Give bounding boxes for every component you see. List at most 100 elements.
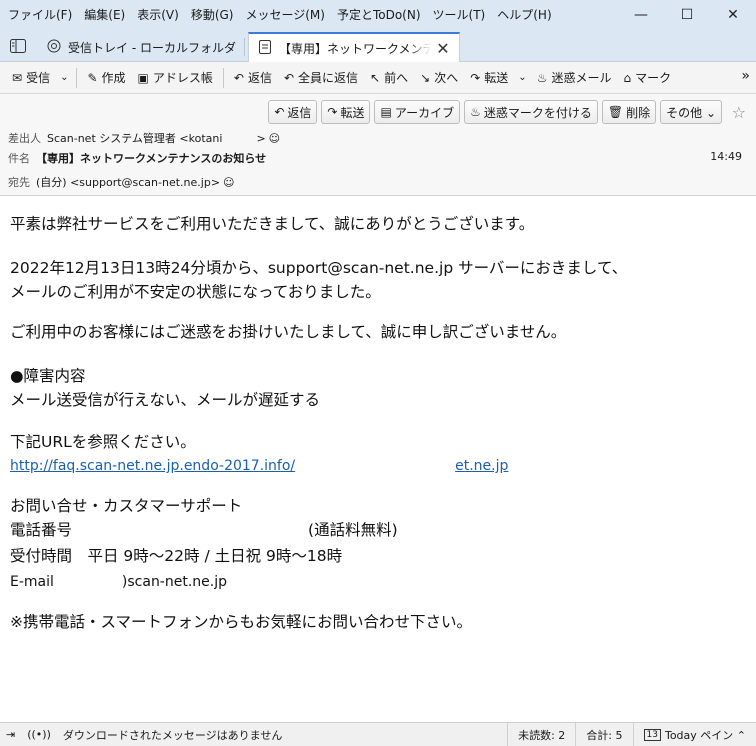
menu-edit[interactable]: 編集(E): [78, 0, 131, 30]
menu-view[interactable]: 表示(V): [131, 0, 185, 30]
forward-button[interactable]: ↷ 転送: [464, 66, 514, 90]
tag-label: マーク: [635, 71, 672, 85]
body-incident-line-2: メールのご利用が不安定の状態になっておりました。: [10, 283, 381, 301]
junk-label: 迷惑メール: [551, 71, 612, 85]
pencil-icon: ✎: [87, 70, 98, 85]
body-support-heading: お問い合せ・カスタマーサポート: [10, 497, 243, 515]
body-issue-detail: メール送受信が行えない、メールが遅延する: [10, 391, 321, 409]
from-value[interactable]: Scan-net システム管理者 <kotani >: [47, 130, 266, 146]
calendar-icon: 13: [643, 729, 661, 741]
forward-dropdown[interactable]: ⌄: [514, 66, 530, 90]
maximize-button[interactable]: ☐: [664, 0, 710, 30]
contact-icon[interactable]: ☺: [223, 176, 234, 189]
toolbar-divider: [76, 67, 78, 88]
junk-button[interactable]: ♨ 迷惑メール: [531, 66, 618, 90]
minimize-button[interactable]: —: [618, 0, 664, 30]
status-text: ダウンロードされたメッセージはありません: [62, 728, 283, 742]
header-delete-button[interactable]: 🗑 削除: [601, 100, 657, 124]
tab-bar: 受信トレイ - ローカルフォルダ 【専用】ネットワークメンテナンスのお知らせ ✕: [0, 30, 756, 62]
flame-icon: ♨: [536, 70, 548, 85]
message-time: 14:49: [710, 150, 742, 163]
message-tab-icon: [257, 39, 273, 57]
header-actions: ↶ 返信 ↷ 転送 ▤ アーカイブ ♨ 迷惑マークを付ける 🗑 削除 その他 ⌄: [268, 100, 722, 124]
today-pane-label: Today ペイン ⌃: [664, 729, 746, 742]
write-label: 作成: [101, 71, 126, 85]
status-counts: 未読数: 2 合計: 5 13 Today ペイン ⌃: [507, 723, 756, 746]
address-book-icon: ▣: [137, 70, 149, 85]
header-reply-label: 返信: [287, 105, 312, 120]
total-count: 合計: 5: [575, 723, 632, 746]
next-button[interactable]: ↘ 次へ: [414, 66, 464, 90]
body-apology: ご利用中のお客様にはご迷惑をお掛けいたしまして、誠に申し訳ございません。: [10, 323, 567, 341]
header-forward-label: 転送: [340, 105, 365, 120]
body-mobile-note: ※携帯電話・スマートフォンからもお気軽にお問い合わせ下さい。: [10, 613, 473, 631]
header-junk-button[interactable]: ♨ 迷惑マークを付ける: [464, 100, 598, 124]
contact-icon[interactable]: ☺: [269, 132, 280, 145]
menu-file[interactable]: ファイル(F): [0, 0, 78, 30]
close-window-button[interactable]: ✕: [710, 0, 756, 30]
reply-all-label: 全員に返信: [298, 71, 359, 85]
folder-pane-toggle-icon[interactable]: [6, 35, 30, 57]
reply-button[interactable]: ↶ 返信: [228, 66, 278, 90]
trash-icon: 🗑: [607, 105, 624, 119]
address-book-button[interactable]: ▣ アドレス帳: [132, 66, 219, 90]
header-archive-button[interactable]: ▤ アーカイブ: [374, 100, 461, 124]
to-value[interactable]: (自分) <support@scan-net.ne.jp>: [36, 174, 220, 190]
get-mail-dropdown[interactable]: ⌄: [56, 66, 72, 90]
menu-message[interactable]: メッセージ(M): [239, 0, 330, 30]
next-label: 次へ: [434, 71, 459, 85]
header-archive-label: アーカイブ: [394, 105, 455, 120]
envelope-icon: ✉: [12, 70, 23, 85]
body-phishing-link[interactable]: http://faq.scan-net.ne.jp.endo-2017.info…: [10, 454, 508, 478]
forward-icon: ↷: [470, 70, 481, 85]
arrow-down-right-icon: ↘: [420, 70, 431, 85]
get-mail-button[interactable]: ✉ 受信: [6, 66, 56, 90]
tab-message[interactable]: 【専用】ネットワークメンテナンスのお知らせ ✕: [248, 32, 460, 62]
subject-label: 件名: [8, 152, 30, 165]
tag-button[interactable]: ⌂ マーク: [617, 66, 677, 90]
body-url-intro: 下記URLを参照ください。: [10, 433, 196, 451]
reply-icon: ↶: [233, 70, 244, 85]
today-pane-toggle[interactable]: 13 Today ペイン ⌃: [632, 723, 756, 746]
to-label: 宛先: [8, 176, 30, 189]
message-body: 平素は弊社サービスをご利用いただきまして、誠にありがとうございます。 2022年…: [0, 196, 756, 718]
tab-inbox[interactable]: 受信トレイ - ローカルフォルダ: [38, 32, 244, 62]
inbox-tab-icon: [46, 39, 62, 56]
header-junk-label: 迷惑マークを付ける: [483, 105, 592, 120]
reply-all-button[interactable]: ↶ 全員に返信: [278, 66, 364, 90]
previous-label: 前へ: [384, 71, 409, 85]
to-row: 宛先 (自分) <support@scan-net.ne.jp> ☺: [8, 174, 235, 190]
subject-row: 件名 【専用】ネットワークメンテナンスのお知らせ: [8, 150, 266, 166]
header-reply-button[interactable]: ↶ 返信: [268, 100, 318, 124]
menu-go[interactable]: 移動(G): [185, 0, 240, 30]
header-other-button[interactable]: その他 ⌄: [660, 100, 722, 124]
window-controls: — ☐ ✕: [618, 0, 756, 30]
body-greeting: 平素は弊社サービスをご利用いただきまして、誠にありがとうございます。: [10, 215, 535, 233]
tab-inbox-title: 受信トレイ - ローカルフォルダ: [68, 40, 236, 55]
body-issue-heading: ●障害内容: [10, 367, 86, 385]
menu-tools[interactable]: ツール(T): [427, 0, 492, 30]
forward-icon: ↷: [327, 105, 338, 119]
header-other-label: その他 ⌄: [666, 105, 716, 120]
chevron-down-icon: ⌄: [60, 72, 69, 83]
header-forward-button[interactable]: ↷ 転送: [321, 100, 371, 124]
unread-count: 未読数: 2: [507, 723, 575, 746]
previous-button[interactable]: ↖ 前へ: [364, 66, 414, 90]
collapse-icon[interactable]: ⇥: [0, 728, 21, 741]
from-row: 差出人 Scan-net システム管理者 <kotani > ☺: [8, 130, 280, 146]
main-toolbar: ✉ 受信 ⌄ ✎ 作成 ▣ アドレス帳 ↶ 返信 ↶ 全員に返信 ↖ 前へ ↘ …: [0, 62, 756, 94]
subject-value: 【専用】ネットワークメンテナンスのお知らせ: [36, 152, 267, 165]
menu-help[interactable]: ヘルプ(H): [491, 0, 557, 30]
star-icon[interactable]: ☆: [732, 103, 746, 122]
write-button[interactable]: ✎ 作成: [81, 66, 131, 90]
forward-label: 転送: [484, 71, 509, 85]
online-status-icon[interactable]: ((•)): [21, 728, 57, 741]
header-delete-label: 削除: [626, 105, 651, 120]
menu-events-tasks[interactable]: 予定とToDo(N): [331, 0, 427, 30]
toolbar-overflow-icon[interactable]: »: [741, 68, 750, 84]
tab-close-icon[interactable]: ✕: [435, 39, 451, 58]
body-incident-line-1: 2022年12月13日13時24分頃から、support@scan-net.ne…: [10, 259, 628, 277]
reply-all-icon: ↶: [283, 70, 295, 85]
body-phone-line: 電話番号 (通話料無料): [10, 521, 398, 539]
tab-message-title: 【専用】ネットワークメンテナンスのお知らせ: [279, 41, 431, 56]
